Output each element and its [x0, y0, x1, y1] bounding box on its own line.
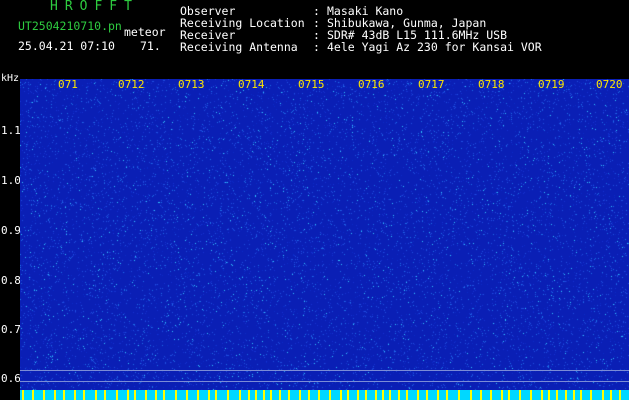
- time-tick-label: 0720: [596, 78, 623, 91]
- time-tick-label: 0716: [358, 78, 385, 91]
- noise-field: [20, 79, 629, 390]
- baseline-mark: [519, 390, 521, 400]
- baseline-mark: [186, 390, 188, 400]
- y-tick-label: 0.6: [1, 372, 21, 385]
- baseline-mark: [480, 390, 482, 400]
- baseline-mark: [95, 390, 97, 400]
- echo-count: 71.: [140, 39, 161, 53]
- baseline-mark: [490, 390, 492, 400]
- baseline-mark: [145, 390, 147, 400]
- baseline-mark: [458, 390, 460, 400]
- baseline-mark: [541, 390, 543, 400]
- time-tick-label: 071: [58, 78, 78, 91]
- baseline-mark: [248, 390, 250, 400]
- baseline-mark: [426, 390, 428, 400]
- baseline-mark: [175, 390, 177, 400]
- baseline-mark: [556, 390, 558, 400]
- reference-line: [20, 381, 629, 382]
- observation-datetime: 25.04.21 07:10: [18, 39, 115, 53]
- time-tick-label: 0713: [178, 78, 205, 91]
- time-tick-label: 0719: [538, 78, 565, 91]
- baseline-mark: [63, 390, 65, 400]
- y-tick-label: 0.9: [1, 224, 21, 237]
- baseline-mark: [417, 390, 419, 400]
- baseline-mark: [470, 390, 472, 400]
- detection-tag: meteor: [124, 25, 166, 39]
- baseline-mark: [155, 390, 157, 400]
- y-tick-label: 1.1: [1, 124, 21, 137]
- baseline-mark: [437, 390, 439, 400]
- y-tick-label: 0.7: [1, 323, 21, 336]
- baseline-mark: [375, 390, 377, 400]
- baseline-mark: [308, 390, 310, 400]
- baseline-mark: [389, 390, 391, 400]
- baseline-mark: [573, 390, 575, 400]
- baseline-mark: [263, 390, 265, 400]
- baseline-mark: [43, 390, 45, 400]
- baseline-mark: [74, 390, 76, 400]
- baseline-mark: [602, 390, 604, 400]
- time-tick-label: 0712: [118, 78, 145, 91]
- baseline-mark: [197, 390, 199, 400]
- baseline-mark: [365, 390, 367, 400]
- baseline-mark: [340, 390, 342, 400]
- baseline-mark: [83, 390, 85, 400]
- image-filename: UT2504210710.pn: [18, 19, 122, 33]
- baseline-mark: [22, 390, 24, 400]
- app-brand-title: HROFFT: [50, 0, 139, 14]
- baseline-mark: [279, 390, 281, 400]
- baseline-mark: [565, 390, 567, 400]
- baseline-mark: [508, 390, 510, 400]
- baseline-mark: [530, 390, 532, 400]
- y-axis-unit: kHz: [1, 73, 20, 84]
- baseline-mark: [357, 390, 359, 400]
- baseline-mark: [347, 390, 349, 400]
- antenna-label: Receiving Antenna: [180, 40, 298, 54]
- baseline-mark: [398, 390, 400, 400]
- baseline-mark: [134, 390, 136, 400]
- baseline-mark: [227, 390, 229, 400]
- baseline-mark: [382, 390, 384, 400]
- spectrogram-plot: [20, 79, 629, 390]
- baseline-mark: [318, 390, 320, 400]
- baseline-mark: [116, 390, 118, 400]
- baseline-mark: [54, 390, 56, 400]
- time-tick-label: 0717: [418, 78, 445, 91]
- baseline-mark: [329, 390, 331, 400]
- baseline-mark: [215, 390, 217, 400]
- baseline-mark: [501, 390, 503, 400]
- time-tick-label: 0715: [298, 78, 325, 91]
- baseline-mark: [239, 390, 241, 400]
- reference-line: [20, 370, 629, 371]
- baseline-mark: [104, 390, 106, 400]
- baseline-mark: [610, 390, 612, 400]
- y-tick-label: 1.0: [1, 174, 21, 187]
- time-tick-label: 0714: [238, 78, 265, 91]
- baseline-mark: [548, 390, 550, 400]
- antenna-value: 4ele Yagi Az 230 for Kansai VOR: [327, 40, 542, 54]
- baseline-mark: [255, 390, 257, 400]
- baseline-mark: [32, 390, 34, 400]
- baseline-mark: [163, 390, 165, 400]
- baseline-mark: [590, 390, 592, 400]
- baseline-mark: [270, 390, 272, 400]
- baseline-mark: [288, 390, 290, 400]
- signal-baseline-strip: [20, 390, 629, 400]
- baseline-mark: [127, 390, 129, 400]
- baseline-mark: [406, 390, 408, 400]
- antenna-separator: :: [313, 40, 320, 54]
- time-tick-label: 0718: [478, 78, 505, 91]
- y-tick-label: 0.8: [1, 274, 21, 287]
- baseline-mark: [580, 390, 582, 400]
- baseline-mark: [299, 390, 301, 400]
- baseline-mark: [619, 390, 621, 400]
- baseline-mark: [446, 390, 448, 400]
- baseline-mark: [208, 390, 210, 400]
